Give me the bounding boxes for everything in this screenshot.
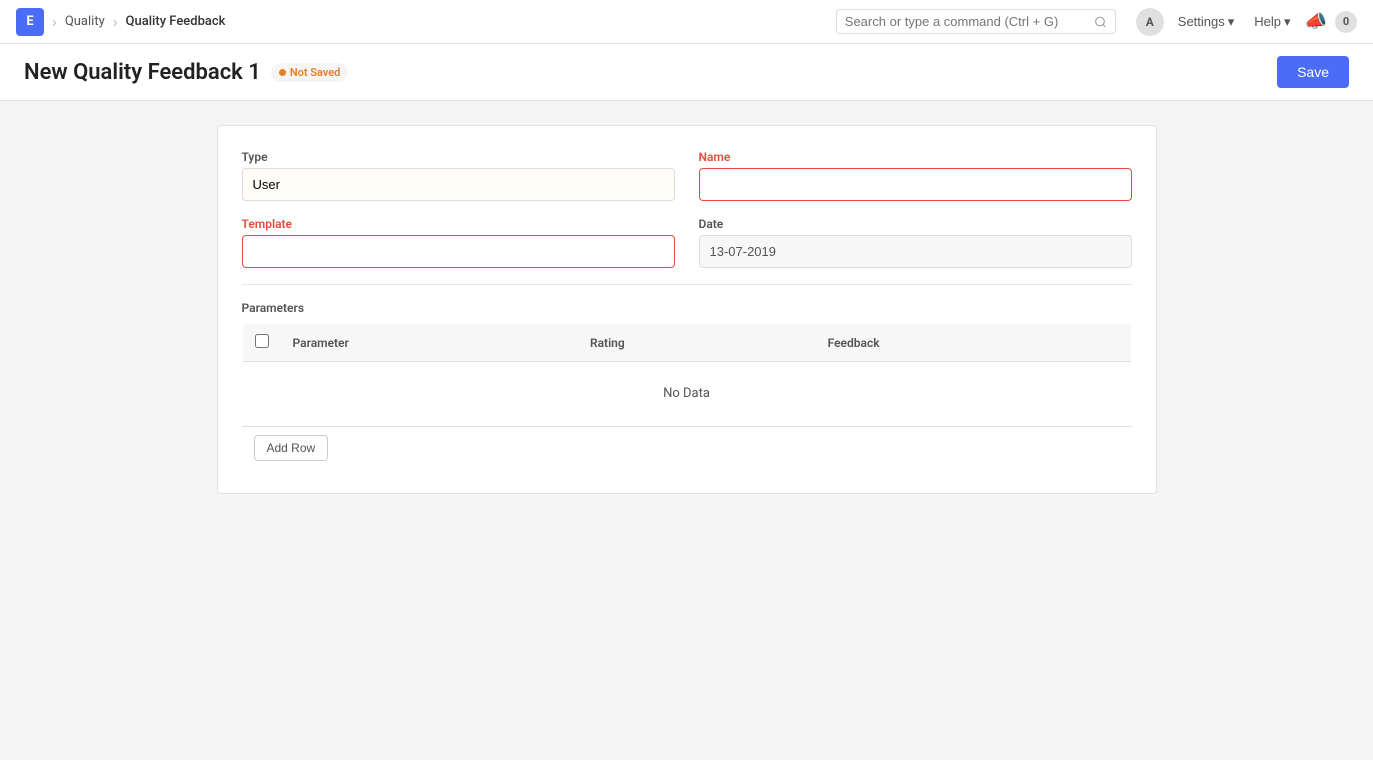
no-data-cell: No Data bbox=[242, 362, 1131, 426]
page-header: New Quality Feedback 1 Not Saved Save bbox=[0, 44, 1373, 101]
status-badge: Not Saved bbox=[271, 63, 349, 82]
breadcrumb-quality-feedback[interactable]: Quality Feedback bbox=[126, 14, 226, 29]
parameters-label: Parameters bbox=[242, 301, 1132, 315]
type-input[interactable] bbox=[242, 168, 675, 201]
search-input[interactable] bbox=[845, 14, 1088, 29]
select-all-checkbox[interactable] bbox=[255, 334, 269, 348]
action-column-header bbox=[1054, 324, 1131, 362]
status-label: Not Saved bbox=[290, 66, 341, 79]
feedback-column-header: Feedback bbox=[816, 324, 1055, 362]
save-button[interactable]: Save bbox=[1277, 56, 1349, 88]
add-row-button[interactable]: Add Row bbox=[254, 435, 329, 461]
type-group: Type bbox=[242, 150, 675, 201]
template-input[interactable] bbox=[242, 235, 675, 268]
table-header-row: Parameter Rating Feedback bbox=[242, 324, 1131, 362]
name-group: Name bbox=[699, 150, 1132, 201]
rating-column-header: Rating bbox=[578, 324, 816, 362]
date-label: Date bbox=[699, 217, 1132, 231]
help-button[interactable]: Help ▾ bbox=[1248, 10, 1296, 34]
brand-logo[interactable]: E bbox=[16, 8, 44, 36]
parameter-column-header: Parameter bbox=[281, 324, 578, 362]
breadcrumb-separator-2: › bbox=[113, 12, 118, 31]
form-row-1: Type Name bbox=[242, 150, 1132, 201]
announcement-icon[interactable]: 📣 bbox=[1305, 11, 1327, 32]
name-input[interactable] bbox=[699, 168, 1132, 201]
name-label: Name bbox=[699, 150, 1132, 164]
add-row-area: Add Row bbox=[242, 426, 1132, 469]
page-title-area: New Quality Feedback 1 Not Saved bbox=[24, 60, 348, 85]
breadcrumb-separator-1: › bbox=[52, 12, 57, 31]
main-content: Type Name Template Date Parameters bbox=[0, 101, 1373, 760]
navbar-right: A Settings ▾ Help ▾ 📣 0 bbox=[1136, 8, 1357, 36]
template-group: Template bbox=[242, 217, 675, 268]
search-icon bbox=[1094, 15, 1107, 29]
page-title: New Quality Feedback 1 bbox=[24, 60, 261, 85]
date-input[interactable] bbox=[699, 235, 1132, 268]
avatar[interactable]: A bbox=[1136, 8, 1164, 36]
form-card: Type Name Template Date Parameters bbox=[217, 125, 1157, 494]
parameters-section: Parameters Parameter Rating Feedback bbox=[242, 301, 1132, 469]
template-label: Template bbox=[242, 217, 675, 231]
settings-button[interactable]: Settings ▾ bbox=[1172, 10, 1241, 34]
type-label: Type bbox=[242, 150, 675, 164]
form-row-2: Template Date bbox=[242, 217, 1132, 268]
no-data-row: No Data bbox=[242, 362, 1131, 426]
navbar: E › Quality › Quality Feedback A Setting… bbox=[0, 0, 1373, 44]
notification-badge[interactable]: 0 bbox=[1335, 11, 1357, 33]
breadcrumb-quality[interactable]: Quality bbox=[65, 14, 105, 29]
section-divider bbox=[242, 284, 1132, 285]
checkbox-header bbox=[242, 324, 281, 362]
parameters-table: Parameter Rating Feedback No Data bbox=[242, 323, 1132, 426]
search-bar[interactable] bbox=[836, 9, 1116, 34]
date-group: Date bbox=[699, 217, 1132, 268]
status-dot bbox=[279, 69, 286, 76]
